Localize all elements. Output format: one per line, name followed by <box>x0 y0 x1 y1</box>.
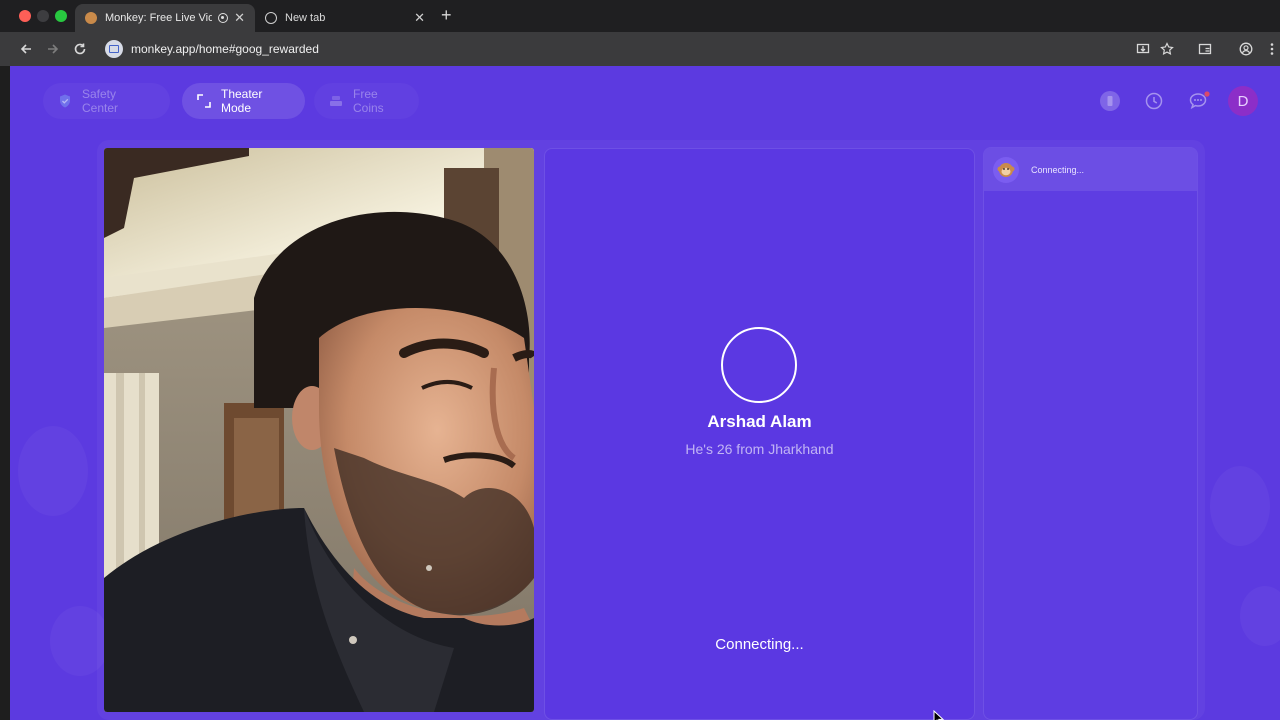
theater-mode-button[interactable]: Theater Mode <box>182 83 305 119</box>
chat-status-text: Connecting... <box>1031 164 1085 175</box>
background-decoration <box>18 426 88 516</box>
chat-header: Connecting... <box>984 148 1197 191</box>
remote-user-info: He's 26 from Jharkhand <box>685 441 834 457</box>
free-coins-label: Free Coins <box>353 87 384 115</box>
close-tab-icon[interactable]: ✕ <box>234 10 245 26</box>
close-tab-icon[interactable]: ✕ <box>414 10 425 26</box>
background-decoration <box>1240 586 1280 646</box>
remote-user-name: Arshad Alam <box>707 412 812 431</box>
recording-icon <box>218 13 229 23</box>
coin-balance-icon[interactable] <box>1100 91 1120 111</box>
monkey-favicon-icon <box>85 12 97 24</box>
tab-title: Monkey: Free Live Video C <box>105 12 213 24</box>
mouse-cursor-icon <box>933 710 945 720</box>
address-bar[interactable]: monkey.app/home#goog_rewarded <box>102 36 1186 62</box>
history-icon[interactable] <box>1144 91 1164 111</box>
install-app-icon[interactable] <box>1133 39 1153 59</box>
messages-icon[interactable] <box>1188 91 1210 111</box>
forward-icon[interactable] <box>42 38 64 60</box>
page: Safety Center Theater Mode Free Coins D <box>10 66 1280 720</box>
safety-center-label: Safety Center <box>82 87 119 115</box>
chat-panel: Connecting... <box>983 147 1198 720</box>
reload-icon[interactable] <box>69 38 91 60</box>
minimize-window-button[interactable] <box>37 10 49 22</box>
browser-toolbar: monkey.app/home#goog_rewarded <box>0 32 1280 66</box>
reading-list-icon[interactable] <box>1195 39 1215 59</box>
globe-icon <box>265 12 277 24</box>
tab-new-tab[interactable]: New tab ✕ <box>255 4 435 32</box>
coins-icon <box>330 96 342 106</box>
safety-center-button[interactable]: Safety Center <box>43 83 170 119</box>
maximize-window-button[interactable] <box>55 10 67 22</box>
remote-avatar-placeholder <box>721 327 797 403</box>
tab-title: New tab <box>285 12 326 24</box>
remote-user-panel: Arshad Alam He's 26 from Jharkhand Conne… <box>544 148 975 720</box>
shield-icon <box>60 94 70 108</box>
url-text: monkey.app/home#goog_rewarded <box>131 42 319 56</box>
monkey-avatar-icon <box>993 156 1019 183</box>
browser-tab-bar: Monkey: Free Live Video C ✕ New tab ✕ + <box>0 0 1280 32</box>
avatar[interactable]: D <box>1228 86 1258 116</box>
new-tab-button[interactable]: + <box>441 5 452 26</box>
close-window-button[interactable] <box>19 10 31 22</box>
back-icon[interactable] <box>15 38 37 60</box>
theater-mode-label: Theater Mode <box>221 87 263 115</box>
menu-icon[interactable] <box>1266 39 1278 59</box>
free-coins-button[interactable]: Free Coins <box>314 83 419 119</box>
bookmark-star-icon[interactable] <box>1157 39 1177 59</box>
tab-monkey[interactable]: Monkey: Free Live Video C ✕ <box>75 4 255 32</box>
profile-icon[interactable] <box>1236 39 1256 59</box>
expand-icon <box>197 94 211 108</box>
local-video <box>104 148 534 712</box>
site-info-icon[interactable] <box>105 40 123 58</box>
connection-status: Connecting... <box>715 636 804 653</box>
background-decoration <box>1210 466 1270 546</box>
webcam-feed-image <box>104 148 534 712</box>
